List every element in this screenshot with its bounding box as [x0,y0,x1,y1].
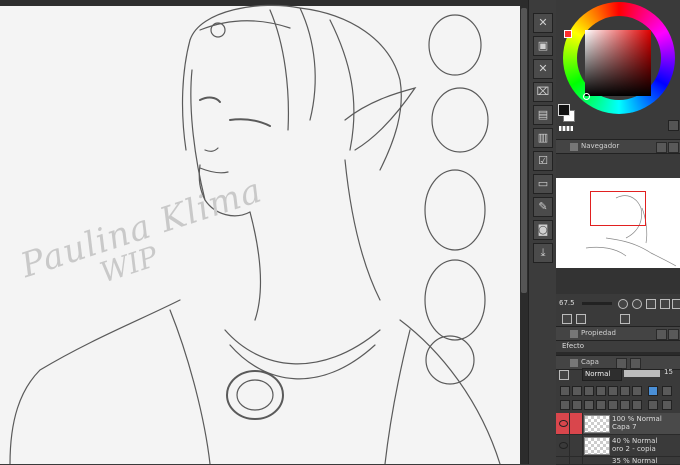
layer-lock-toggle[interactable] [570,435,583,456]
save-icon[interactable]: ✕ [533,59,553,79]
navigator-tab-label: Navegador [581,142,620,150]
scrollbar-thumb[interactable] [521,8,527,293]
draft-icon[interactable] [584,386,594,396]
properties-menu-icon[interactable] [656,329,667,340]
layer-row[interactable]: 100 % Normal Capa 7 [556,413,680,435]
layer-toolbar [556,384,680,410]
layer-name: oro 2 - copia [612,445,656,453]
layer-color-icon[interactable] [648,386,658,396]
layer-property-icon[interactable] [630,358,641,369]
layer-row[interactable]: 40 % Normal oro 2 - copia [556,435,680,457]
add-mask-icon[interactable] [632,400,642,410]
mask-icon[interactable] [620,386,630,396]
layer-tab-label: Capa [581,358,599,366]
properties-tab[interactable]: Propiedad [556,326,680,341]
new-folder-icon[interactable] [584,400,594,410]
color-mode-icon[interactable] [668,120,679,131]
cut-icon[interactable]: ⌧ [533,82,553,102]
palette-color-icon[interactable] [632,386,642,396]
download-icon[interactable]: ⤓ [533,243,553,263]
layer-opacity-slider[interactable] [624,370,660,377]
effect-label: Efecto [562,342,585,350]
new-vector-layer-icon[interactable] [572,400,582,410]
layer-lock-toggle[interactable] [570,457,583,464]
blend-mode-select[interactable]: Normal [582,368,622,381]
layer-mode: 40 % Normal [612,437,658,445]
zoom-value: 67.5 [559,299,575,307]
transfer-icon[interactable] [608,400,618,410]
visibility-toggle[interactable] [556,457,570,464]
delete-icon[interactable]: ✕ [533,13,553,33]
canvas-vertical-scrollbar[interactable] [520,0,528,464]
eye-icon [559,442,568,449]
visibility-toggle[interactable] [556,435,570,456]
merge-down-icon[interactable] [596,400,606,410]
checklist-icon[interactable]: ☑ [533,151,553,171]
flip-icon[interactable] [672,299,680,309]
layer-opacity-value: 15 [664,368,673,376]
lock-icon[interactable] [596,386,606,396]
layer-thumbnail [584,415,610,433]
paste-icon[interactable]: ▥ [533,128,553,148]
transparent-color-swatch[interactable] [559,126,573,131]
rotate-right-icon[interactable] [576,314,586,324]
folder-icon[interactable]: ▭ [533,174,553,194]
command-toolstrip: ✕ ▣ ✕ ⌧ ▤ ▥ ☑ ▭ ✎ ◙ ⤓ [528,0,557,464]
zoom-in-icon[interactable] [632,299,642,309]
export-icon[interactable]: ▤ [533,105,553,125]
navigator-tab[interactable]: Navegador [556,139,680,154]
new-layer-icon[interactable] [560,400,570,410]
actual-size-icon[interactable] [660,299,670,309]
navigator-scroll-strip [556,268,680,294]
layer-options-icon[interactable] [559,370,569,380]
copy-icon[interactable]: ▣ [533,36,553,56]
drawing-canvas[interactable]: Paulina Klima WIP [0,0,520,464]
navigator-view-rect[interactable] [590,191,646,226]
saturation-value-square[interactable] [585,30,651,96]
panel-menu-icon[interactable] [656,142,667,153]
apply-mask-icon[interactable] [648,400,658,410]
fit-view-icon[interactable] [646,299,656,309]
camera-icon[interactable]: ◙ [533,220,553,240]
panel-collapse-icon[interactable] [668,142,679,153]
eye-icon [559,420,568,427]
properties-tab-label: Propiedad [581,329,616,337]
layer-color-sub-icon[interactable] [662,386,672,396]
sv-picker-marker[interactable] [583,93,590,100]
lock-transparent-icon[interactable] [608,386,618,396]
zoom-slider[interactable] [582,302,612,305]
layer-thumbnail [584,437,610,455]
layer-lock-toggle[interactable] [570,413,583,434]
layer-icon [570,358,578,367]
visibility-toggle[interactable] [556,413,570,434]
effect-row: Efecto [556,341,680,356]
reset-rotation-icon[interactable] [620,314,630,324]
main-color-swatch[interactable] [558,104,570,116]
clip-icon[interactable] [560,386,570,396]
rotate-left-icon[interactable] [562,314,572,324]
navigator-icon [570,142,578,151]
brush-size-tab-icon[interactable] [668,329,679,340]
properties-icon [570,329,578,338]
reference-icon[interactable] [572,386,582,396]
layer-name: Capa 7 [612,423,637,431]
delete-layer-icon[interactable] [662,400,672,410]
duplicate-layer-icon[interactable] [620,400,630,410]
hue-picker-marker[interactable] [564,30,572,38]
layer-mode: 100 % Normal [612,415,662,423]
zoom-out-icon[interactable] [618,299,628,309]
folder-edit-icon[interactable]: ✎ [533,197,553,217]
